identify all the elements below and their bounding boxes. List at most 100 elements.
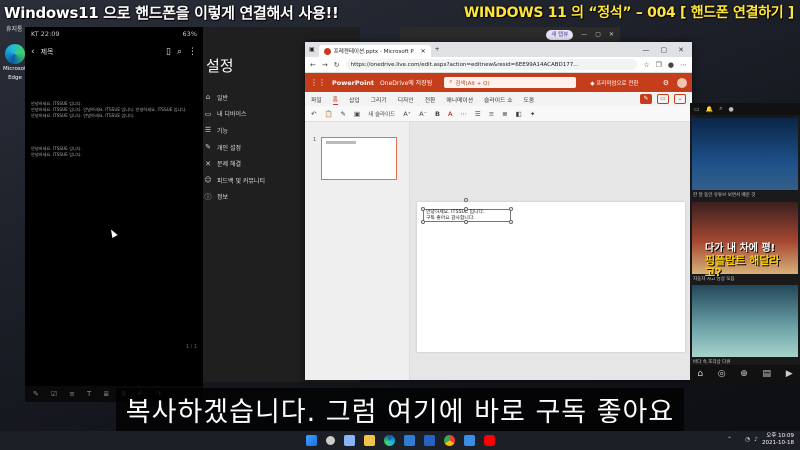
bell-icon[interactable]: 🔔 xyxy=(706,106,713,113)
cast-icon[interactable]: ▭ xyxy=(694,106,700,113)
volume-icon[interactable]: ♪ xyxy=(754,436,758,443)
task-view-icon[interactable] xyxy=(343,435,355,446)
note-body[interactable]: 안녕하세요. ITSSUE 입니다. 안녕하세요. ITSSUE 입니다. 안녕하… xyxy=(31,101,201,186)
clipboard-icon[interactable]: 📋 xyxy=(324,110,332,118)
bullets-icon[interactable]: ☰ xyxy=(475,110,481,118)
ribbon-tab[interactable]: 전환 xyxy=(425,95,436,104)
grow-font-icon[interactable]: A⁺ xyxy=(403,110,411,118)
ribbon-tab[interactable]: 슬라이드 쇼 xyxy=(484,95,513,104)
subscriptions-icon[interactable]: ▤ xyxy=(763,369,772,379)
browser-menu-icon[interactable]: ⋯ xyxy=(680,61,687,69)
tab-powerpoint[interactable]: 프레젠테이션.pptx - Microsoft P ✕ xyxy=(318,45,431,57)
settings-item[interactable]: ⌂ 일반 xyxy=(204,89,265,106)
edge-icon[interactable] xyxy=(383,435,395,446)
clock[interactable]: 오후 10:09 2021-10-18 xyxy=(762,433,794,447)
tray-chevron-icon[interactable]: ⌃ xyxy=(727,436,732,443)
recycle-bin-label[interactable]: 휴지통 xyxy=(6,24,23,33)
edit-mode-icon[interactable]: ✎ xyxy=(640,94,652,104)
add-icon[interactable]: ⊕ xyxy=(740,369,748,379)
favorites-icon[interactable]: ☆ xyxy=(643,61,649,69)
numbering-icon[interactable]: ≡ xyxy=(489,110,494,118)
ribbon-tab[interactable]: 애니메이션 xyxy=(446,95,473,104)
ribbon-tab[interactable]: 디자인 xyxy=(398,95,414,104)
new-slide-icon[interactable]: ▣ xyxy=(354,110,360,118)
rotate-handle[interactable] xyxy=(464,198,468,202)
app-launcher-icon[interactable]: ⋮⋮ xyxy=(310,78,326,87)
premium-link[interactable]: ◆ 프리미엄으로 전환 xyxy=(590,79,638,87)
mail-icon[interactable] xyxy=(423,435,435,446)
phone-link-icon[interactable] xyxy=(463,435,475,446)
settings-item[interactable]: ✕ 문제 해결 xyxy=(204,155,265,172)
slide-thumbnail[interactable] xyxy=(321,137,397,180)
profile-icon[interactable]: ● xyxy=(668,61,674,69)
note-title[interactable]: 제목 xyxy=(41,47,54,57)
ribbon-tab[interactable]: 홈 xyxy=(332,94,339,105)
explore-icon[interactable]: ◎ xyxy=(718,369,726,379)
tab-actions-icon[interactable]: ▣ xyxy=(309,46,315,53)
designer-icon[interactable]: ✦ xyxy=(530,110,535,118)
settings-item[interactable]: ✎ 개인 설정 xyxy=(204,139,265,156)
settings-gear-icon[interactable]: ⚙ xyxy=(663,79,669,87)
ribbon-tab[interactable]: 삽입 xyxy=(349,95,360,104)
account-icon[interactable]: ● xyxy=(729,106,734,113)
shapes-icon[interactable]: ◧ xyxy=(516,110,522,118)
attach-icon[interactable]: ⌕ xyxy=(177,47,182,57)
resize-handle[interactable] xyxy=(464,220,468,224)
store-icon[interactable] xyxy=(403,435,415,446)
search-icon[interactable]: ⌕ xyxy=(719,105,722,113)
slide-canvas[interactable]: 안녕하세요. ITSSUE 입니다. 구독 좋아요 감사합니다. xyxy=(417,198,685,352)
back-icon[interactable]: ‹ xyxy=(31,47,35,57)
resize-handle[interactable] xyxy=(421,220,425,224)
maximize-icon[interactable]: ▢ xyxy=(661,46,668,54)
new-slide-button[interactable]: 새 슬라이드 xyxy=(368,110,395,118)
start-icon[interactable] xyxy=(305,435,317,446)
ribbon-tab[interactable]: 도움 xyxy=(524,95,535,104)
minimize-icon[interactable]: — xyxy=(643,46,650,54)
app-name[interactable]: PowerPoint xyxy=(332,79,374,87)
close-icon[interactable]: ✕ xyxy=(609,31,614,38)
minimize-icon[interactable]: — xyxy=(581,31,587,38)
close-icon[interactable]: ✕ xyxy=(678,46,684,54)
youtube-icon[interactable] xyxy=(483,435,495,446)
ribbon-tab[interactable]: 파일 xyxy=(311,95,322,104)
align-icon[interactable]: ≣ xyxy=(502,110,507,118)
avatar[interactable] xyxy=(677,77,687,88)
more-icon[interactable]: ⋮ xyxy=(188,47,197,57)
format-painter-icon[interactable]: ✎ xyxy=(341,110,346,118)
settings-item[interactable]: ▭ 내 디바이스 xyxy=(204,106,265,123)
new-tab-chip[interactable]: 새 탭뷰 xyxy=(546,29,574,40)
resize-handle[interactable] xyxy=(421,207,425,211)
collections-icon[interactable]: ❐ xyxy=(656,61,662,69)
desktop-edge-shortcut[interactable]: Microsoft Edge xyxy=(3,44,28,82)
ribbon-tab[interactable]: 그리기 xyxy=(371,95,387,104)
chrome-icon[interactable] xyxy=(443,435,455,446)
settings-item[interactable]: ⓘ 정보 xyxy=(204,189,265,206)
settings-item[interactable]: ☺ 피드백 및 커뮤니티 xyxy=(204,172,265,189)
forward-icon[interactable]: → xyxy=(322,61,328,69)
video-thumbnail[interactable] xyxy=(692,118,798,190)
bold-icon[interactable]: B xyxy=(435,110,440,118)
file-explorer-icon[interactable] xyxy=(363,435,375,446)
resize-handle[interactable] xyxy=(464,207,468,211)
url-field[interactable]: https://onedrive.live.com/edit.aspx?acti… xyxy=(345,59,638,70)
maximize-icon[interactable]: ▢ xyxy=(595,31,601,38)
phone-mirror-window[interactable]: KT 22:09 63% ‹ 제목 ▯ ⌕ ⋮ 안녕하세요. ITSSUE 입니… xyxy=(25,27,203,402)
resize-handle[interactable] xyxy=(509,207,513,211)
video-thumbnail[interactable] xyxy=(692,285,798,357)
more-font-icon[interactable]: ⋯ xyxy=(460,110,467,118)
book-icon[interactable]: ▯ xyxy=(166,47,171,57)
new-tab-icon[interactable]: + xyxy=(435,46,440,53)
undo-icon[interactable]: ↶ xyxy=(311,110,316,118)
back-icon[interactable]: ← xyxy=(310,61,316,69)
share-icon[interactable]: ⌄ xyxy=(674,94,686,104)
library-icon[interactable]: ▶ xyxy=(786,369,793,379)
font-color-icon[interactable]: A xyxy=(448,110,452,118)
resize-handle[interactable] xyxy=(509,220,513,224)
shrink-font-icon[interactable]: A⁻ xyxy=(419,110,427,118)
comments-icon[interactable]: ▭ xyxy=(657,94,669,104)
search-box[interactable]: ⌕ 검색(Alt + Q) xyxy=(444,77,577,88)
home-icon[interactable]: ⌂ xyxy=(697,369,703,379)
settings-item[interactable]: ☰ 기능 xyxy=(204,122,265,139)
tab-close-icon[interactable]: ✕ xyxy=(421,48,426,55)
save-location[interactable]: OneDrive에 저장됨 xyxy=(380,78,432,87)
